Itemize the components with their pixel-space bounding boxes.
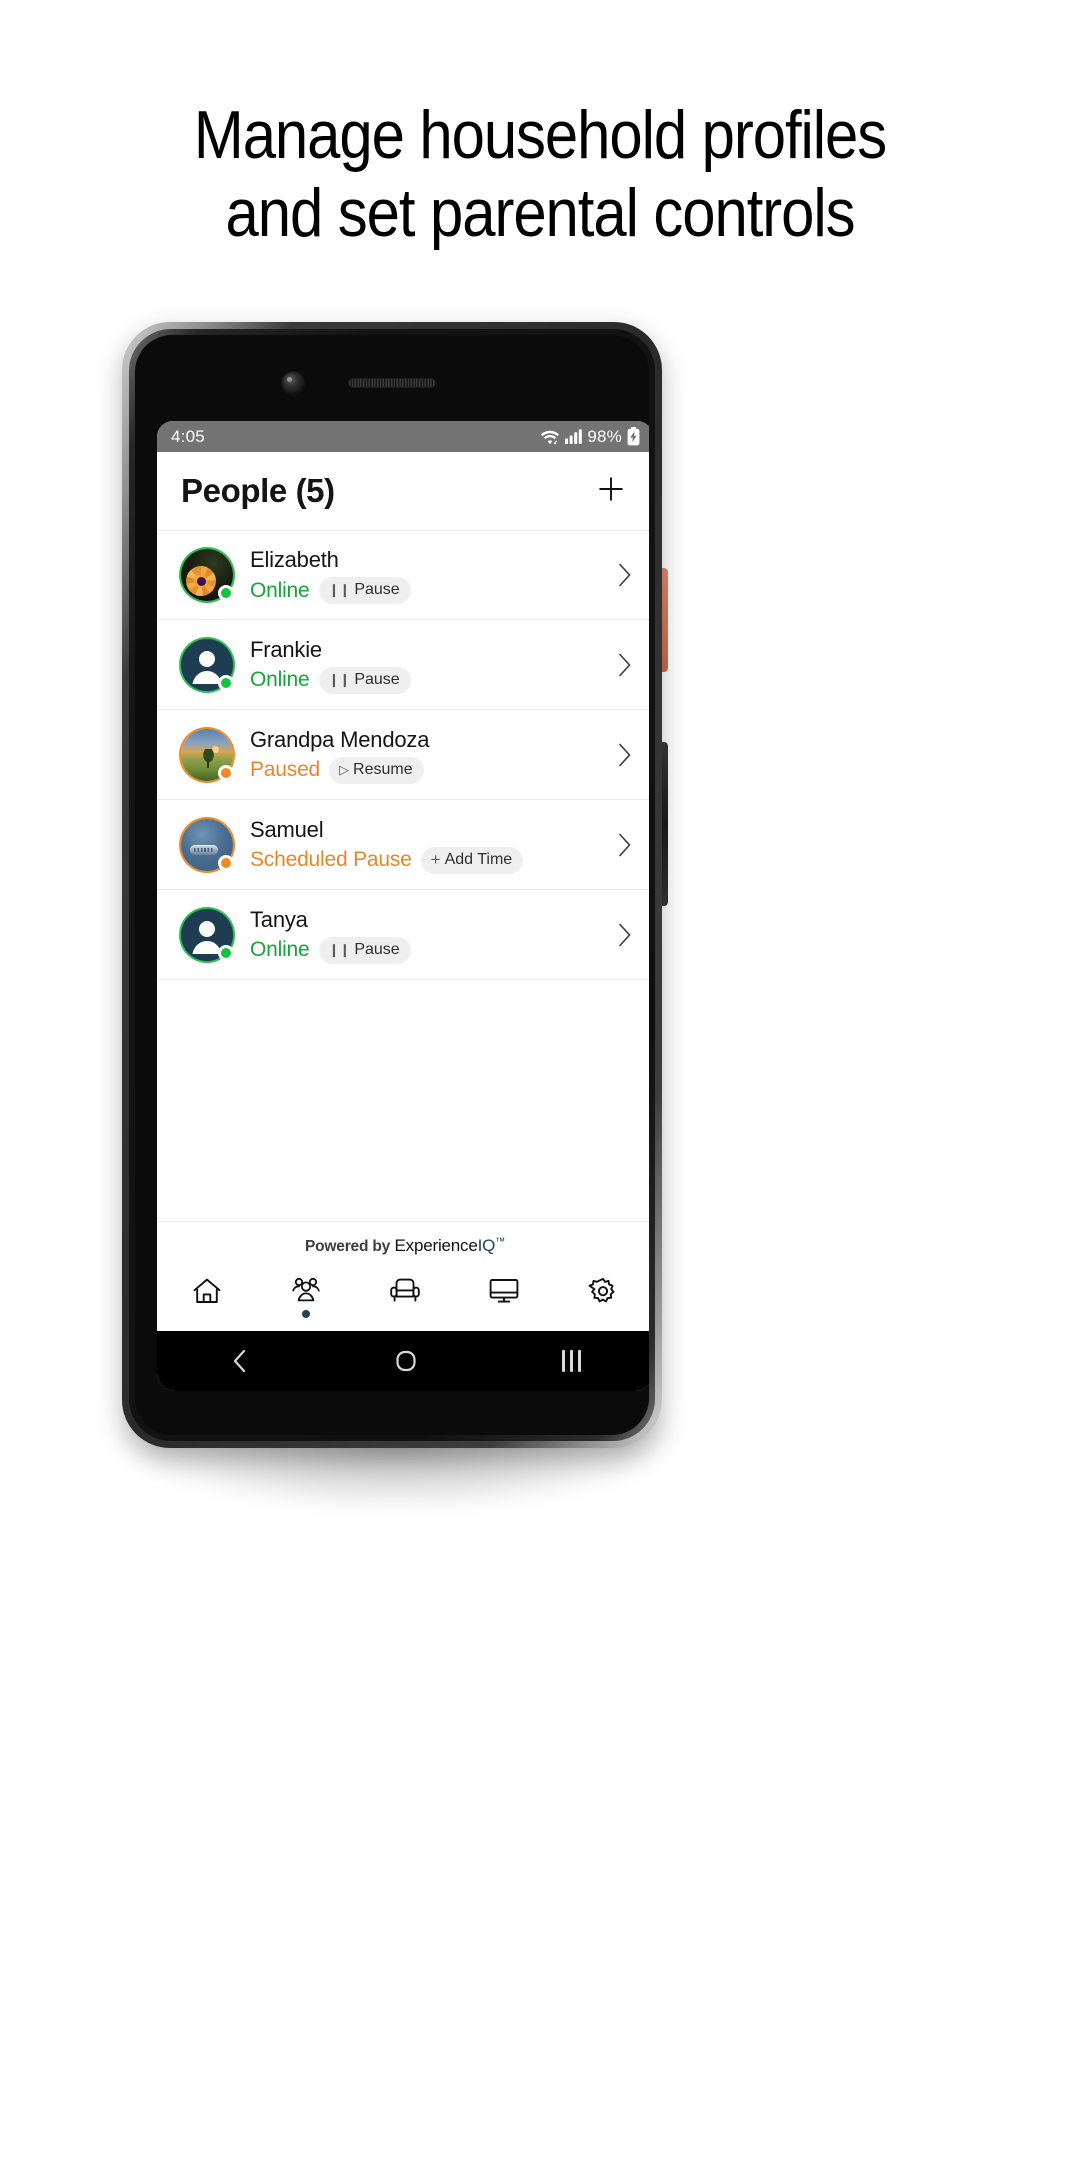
front-camera-icon bbox=[281, 371, 306, 396]
pause-button[interactable]: ❙❙ Pause bbox=[318, 666, 411, 694]
person-details: Tanya Online ❙❙ Pause bbox=[250, 906, 597, 964]
status-badge bbox=[218, 944, 234, 961]
status-time: 4:05 bbox=[171, 426, 205, 446]
person-status: Online bbox=[250, 668, 310, 691]
table-row[interactable]: Frankie Online ❙❙ Pause bbox=[157, 620, 649, 710]
tab-devices[interactable] bbox=[473, 1277, 535, 1305]
add-time-button-label: Add Time bbox=[444, 850, 513, 868]
headline-line-2: and set parental controls bbox=[225, 175, 856, 251]
play-icon: ▷ bbox=[339, 761, 350, 777]
chevron-right-icon bbox=[605, 832, 633, 858]
battery-percent: 98% bbox=[587, 426, 622, 446]
active-tab-indicator bbox=[301, 1310, 310, 1318]
status-bar: 4:05 98% bbox=[157, 421, 649, 452]
add-person-button[interactable] bbox=[591, 471, 631, 511]
avatar bbox=[181, 908, 234, 961]
person-status: Scheduled Pause bbox=[250, 848, 412, 871]
powered-by-label: Powered by bbox=[305, 1237, 391, 1255]
page-title: Manage household profiles and set parent… bbox=[65, 96, 1015, 252]
phone-screen: 4:05 98% People (5) Elizabeth Online ❙❙ … bbox=[157, 421, 649, 1391]
armchair-icon bbox=[389, 1277, 421, 1304]
back-icon[interactable] bbox=[229, 1348, 251, 1374]
recents-icon[interactable] bbox=[562, 1350, 582, 1372]
android-navigation-bar bbox=[157, 1331, 649, 1391]
pause-button-label: Pause bbox=[354, 940, 400, 958]
chevron-right-icon bbox=[605, 742, 633, 768]
headline-line-1: Manage household profiles bbox=[193, 97, 887, 173]
earpiece-speaker-icon bbox=[348, 378, 436, 388]
avatar bbox=[181, 638, 234, 691]
plus-icon bbox=[597, 475, 625, 508]
brand-accent: IQ bbox=[477, 1235, 496, 1255]
people-list: Elizabeth Online ❙❙ Pause Frankie Online… bbox=[157, 530, 649, 1221]
tab-settings[interactable] bbox=[572, 1277, 634, 1307]
gear-icon bbox=[588, 1277, 618, 1307]
avatar bbox=[181, 818, 234, 871]
monitor-icon bbox=[488, 1277, 520, 1305]
powered-by-footer: Powered by ExperienceIQ™ bbox=[157, 1221, 649, 1269]
status-badge bbox=[218, 764, 234, 781]
person-status-row: Online ❙❙ Pause bbox=[250, 577, 597, 604]
bottom-tab-bar bbox=[157, 1269, 649, 1331]
person-status-row: Online ❙❙ Pause bbox=[250, 666, 597, 694]
chevron-right-icon bbox=[605, 652, 633, 678]
people-icon bbox=[290, 1277, 322, 1303]
phone-device: 4:05 98% People (5) Elizabeth Online ❙❙ … bbox=[122, 322, 662, 1448]
pause-icon: ❙❙ bbox=[328, 941, 351, 957]
person-details: Frankie Online ❙❙ Pause bbox=[250, 636, 597, 694]
person-details: Grandpa Mendoza Paused ▷ Resume bbox=[250, 726, 597, 784]
pause-button[interactable]: ❙❙ Pause bbox=[318, 936, 411, 964]
wifi-icon bbox=[540, 429, 560, 445]
trademark-symbol: ™ bbox=[495, 1235, 505, 1247]
person-name: Samuel bbox=[250, 816, 324, 842]
pause-button-label: Pause bbox=[354, 581, 400, 598]
person-status-row: Paused ▷ Resume bbox=[250, 756, 597, 784]
promo-screenshot: Manage household profiles and set parent… bbox=[0, 0, 1080, 2160]
person-name: Frankie bbox=[250, 636, 322, 662]
add-time-button[interactable]: + Add Time bbox=[420, 846, 524, 874]
plus-icon: + bbox=[430, 849, 441, 869]
person-details: Samuel Scheduled Pause + Add Time bbox=[250, 816, 597, 874]
table-row[interactable]: Elizabeth Online ❙❙ Pause bbox=[157, 530, 649, 620]
tab-places[interactable] bbox=[374, 1277, 436, 1304]
phone-body: 4:05 98% People (5) Elizabeth Online ❙❙ … bbox=[135, 335, 649, 1435]
cellular-signal-icon bbox=[565, 429, 583, 444]
pause-button[interactable]: ❙❙ Pause bbox=[318, 577, 411, 604]
person-details: Elizabeth Online ❙❙ Pause bbox=[250, 546, 597, 604]
table-row[interactable]: Grandpa Mendoza Paused ▷ Resume bbox=[157, 710, 649, 800]
status-badge bbox=[218, 674, 234, 691]
app-header: People (5) bbox=[157, 452, 649, 530]
home-icon bbox=[192, 1277, 222, 1305]
person-status-row: Online ❙❙ Pause bbox=[250, 936, 597, 964]
chevron-right-icon bbox=[605, 922, 633, 948]
phone-bezel: 4:05 98% People (5) Elizabeth Online ❙❙ … bbox=[129, 329, 655, 1441]
person-name: Tanya bbox=[250, 906, 308, 932]
resume-button-label: Resume bbox=[353, 760, 413, 778]
person-status-row: Scheduled Pause + Add Time bbox=[250, 846, 597, 874]
status-badge bbox=[218, 854, 234, 871]
home-square-icon[interactable] bbox=[394, 1348, 418, 1374]
avatar bbox=[181, 728, 234, 781]
pause-icon: ❙❙ bbox=[328, 671, 351, 687]
chevron-right-icon bbox=[605, 562, 633, 588]
person-status: Paused bbox=[250, 758, 321, 781]
table-row[interactable]: Samuel Scheduled Pause + Add Time bbox=[157, 800, 649, 890]
person-status: Online bbox=[250, 938, 310, 961]
brand-name: Experience bbox=[394, 1235, 478, 1255]
tab-home[interactable] bbox=[176, 1277, 238, 1305]
tab-people[interactable] bbox=[275, 1277, 337, 1318]
status-badge bbox=[218, 585, 234, 601]
pause-icon: ❙❙ bbox=[328, 582, 351, 597]
avatar bbox=[181, 549, 234, 601]
person-name: Elizabeth bbox=[250, 547, 339, 572]
page-heading: People (5) bbox=[181, 472, 335, 509]
table-row[interactable]: Tanya Online ❙❙ Pause bbox=[157, 890, 649, 980]
battery-charging-icon bbox=[627, 427, 640, 446]
pause-button-label: Pause bbox=[354, 670, 400, 688]
brand-lockup: Powered by ExperienceIQ™ bbox=[305, 1236, 505, 1256]
status-icons: 98% bbox=[540, 427, 640, 447]
person-name: Grandpa Mendoza bbox=[250, 726, 430, 752]
resume-button[interactable]: ▷ Resume bbox=[329, 756, 424, 784]
person-status: Online bbox=[250, 578, 310, 602]
